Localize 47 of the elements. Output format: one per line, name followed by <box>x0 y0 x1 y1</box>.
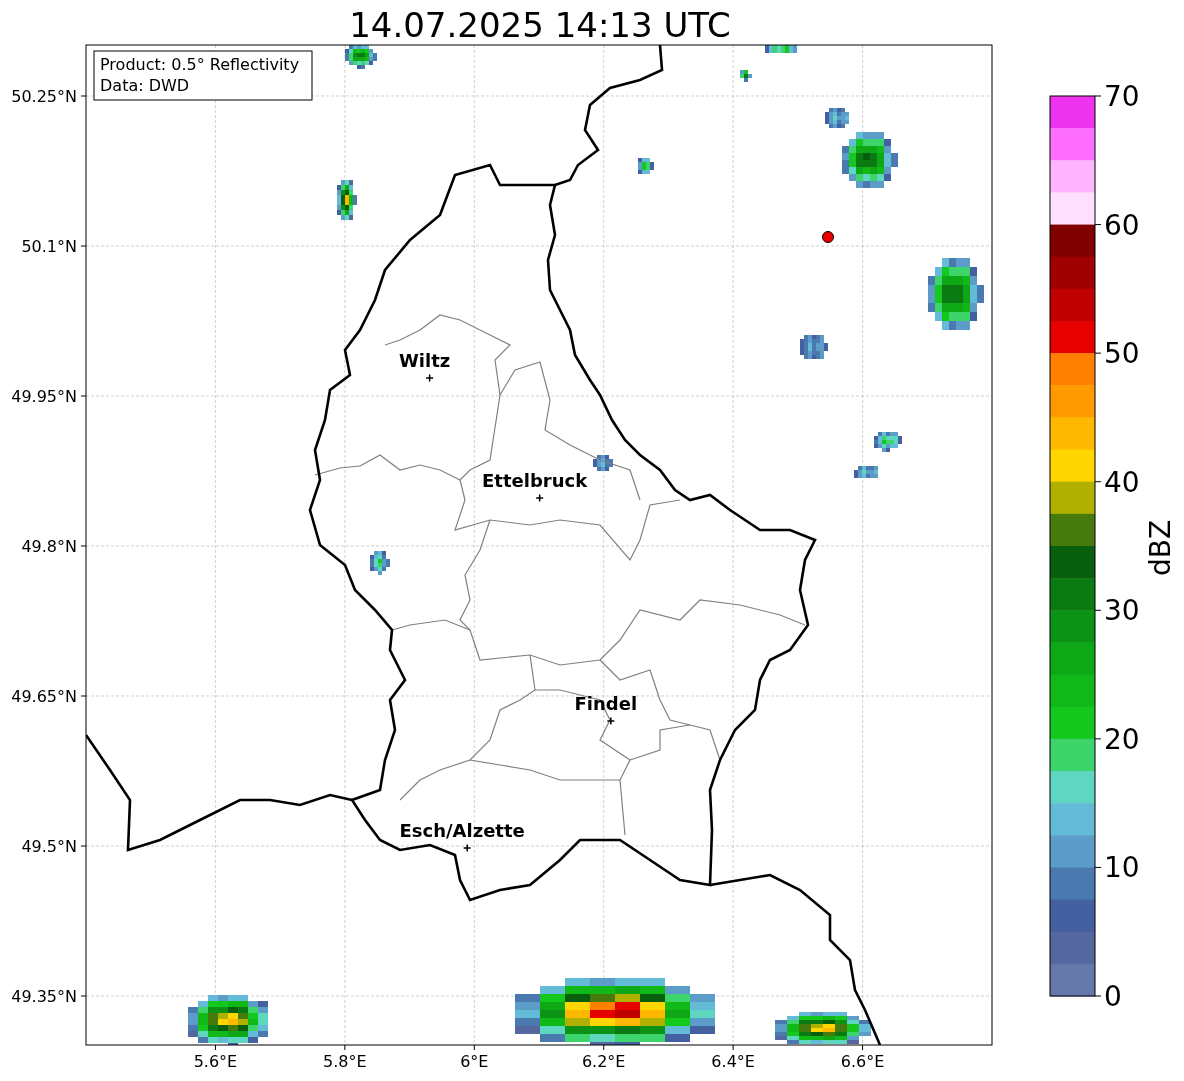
x-tick-label: 6°E <box>460 1052 489 1071</box>
y-tick-label: 50.1°N <box>21 237 77 256</box>
x-tick-label: 5.6°E <box>193 1052 238 1071</box>
info-text: Product: 0.5° Reflectivity <box>100 55 300 74</box>
radar-echo <box>337 180 357 220</box>
radar-echo <box>800 335 828 359</box>
radar-echo <box>638 158 654 174</box>
radar-echo <box>593 455 613 471</box>
radar-site-marker <box>822 231 834 243</box>
radar-echo <box>842 132 898 188</box>
y-tick-label: 50.25°N <box>11 87 77 106</box>
colorbar-tick-label: 30 <box>1104 594 1140 628</box>
colorbar-tick-label: 0 <box>1104 980 1122 1013</box>
colorbar-tick-label: 10 <box>1104 851 1140 885</box>
city-marker-icon <box>425 373 434 383</box>
city-marker-icon <box>535 493 544 503</box>
radar-echo <box>874 432 902 452</box>
chart-title: 14.07.2025 14:13 UTC <box>349 5 731 45</box>
x-tick-label: 6.6°E <box>840 1052 885 1071</box>
radar-echo <box>854 466 878 478</box>
radar-echo <box>825 108 849 128</box>
colorbar-tick-label: 60 <box>1104 208 1140 242</box>
radar-echo <box>370 551 390 575</box>
y-tick-label: 49.5°N <box>21 837 77 856</box>
radar-echo <box>765 45 797 53</box>
colorbar-tick-label: 50 <box>1104 337 1140 371</box>
radar-echo <box>345 45 377 69</box>
y-tick-label: 49.95°N <box>11 387 77 406</box>
colorbar-tick-label: 70 <box>1104 80 1140 113</box>
colorbar-tick-label: 40 <box>1104 465 1140 499</box>
city-marker-icon <box>462 843 472 853</box>
x-tick-label: 6.2°E <box>581 1052 626 1071</box>
city-label: Ettelbruck <box>482 470 588 491</box>
y-tick-label: 49.8°N <box>21 537 77 556</box>
city-marker-icon <box>606 716 616 726</box>
info-text: Data: DWD <box>100 76 190 95</box>
radar-echo <box>740 70 752 82</box>
y-tick-label: 49.35°N <box>11 987 77 1006</box>
colorbar-label: dBZ <box>1144 519 1177 577</box>
city-label: Esch/Alzette <box>399 820 525 841</box>
colorbar-tick-label: 20 <box>1104 722 1140 756</box>
city-label: Findel <box>574 693 638 714</box>
radar-echo <box>928 258 984 330</box>
x-tick-label: 6.4°E <box>711 1052 755 1071</box>
y-tick-label: 49.65°N <box>11 687 77 706</box>
city-label: Wiltz <box>399 350 451 371</box>
x-tick-label: 5.8°E <box>323 1052 367 1071</box>
